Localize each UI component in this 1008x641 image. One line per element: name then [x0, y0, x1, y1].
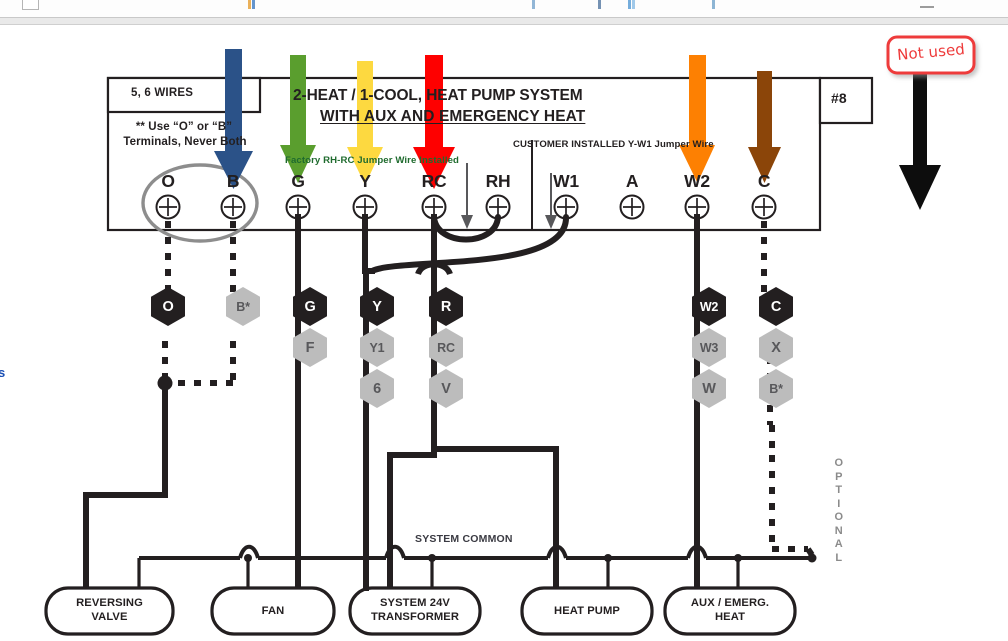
terminal-label-C: C	[757, 171, 771, 191]
optional-letter-7: L	[835, 551, 843, 564]
wires-count-badge: 5, 6 WIRES	[131, 87, 194, 99]
ob-terminal-note-line2: Terminals, Never Both	[123, 136, 247, 148]
equipment-label-transformer: SYSTEM 24V TRANSFORMER	[350, 597, 480, 624]
wire-transformer-left-leg	[387, 452, 437, 591]
system-common-bus	[139, 544, 812, 560]
panel-number-badge: #8	[831, 90, 847, 106]
common-drop-wires	[137, 558, 740, 588]
toolbar-icon-6[interactable]	[632, 0, 635, 9]
equipment-label-line2: HEAT	[714, 610, 746, 623]
equipment-label-line1: HEAT PUMP	[554, 605, 620, 617]
optional-letter-3: I	[837, 497, 841, 510]
equipment-label-line1: FAN	[261, 605, 285, 617]
ob-terminal-note-line1: ** Use “O” or “B”	[135, 121, 233, 133]
terminal-label-O: O	[161, 171, 175, 191]
equipment-label-aux-emerg-heat: AUX / EMERG. HEAT	[665, 597, 795, 624]
terminal-label-A: A	[625, 171, 639, 191]
toolbar-icon-4[interactable]	[598, 0, 601, 9]
terminal-label-G: G	[291, 171, 305, 191]
equipment-label-fan: FAN	[212, 605, 334, 619]
terminal-label-W2: W2	[684, 171, 710, 191]
terminal-screw-B	[220, 194, 246, 220]
equipment-label-line1: AUX / EMERG.	[690, 597, 770, 609]
terminal-label-RC: RC	[421, 171, 447, 191]
terminal-label-B: B	[226, 171, 240, 191]
diagram-title-line1: 2-HEAT / 1-COOL, HEAT PUMP SYSTEM	[293, 87, 583, 104]
diagram-title-line2: WITH AUX AND EMERGENCY HEAT	[320, 108, 586, 125]
optional-letter-5: N	[834, 524, 844, 537]
equipment-label-line2: VALVE	[91, 610, 128, 623]
optional-vertical-label: O P T I O N A L	[832, 457, 846, 565]
terminal-screw-O	[155, 194, 181, 220]
screenshot-root: s 5, 6 WIRES ** Use “O” or “B” Terminals…	[0, 0, 1008, 641]
toolbar-icon-5[interactable]	[628, 0, 631, 9]
optional-letter-2: T	[835, 484, 843, 496]
optional-letter-4: O	[834, 511, 844, 523]
equipment-label-line2: TRANSFORMER	[370, 610, 460, 623]
toolbar-icon-1[interactable]	[248, 0, 251, 9]
terminal-label-RH: RH	[485, 171, 511, 191]
equipment-label-line1: SYSTEM 24V	[379, 597, 450, 609]
terminal-screw-C	[751, 194, 777, 220]
optional-letter-1: P	[835, 470, 843, 483]
optional-letter-0: O	[834, 457, 844, 469]
wiring-diagram: 5, 6 WIRES ** Use “O” or “B” Terminals, …	[0, 25, 1008, 641]
junction-dot-o-b	[157, 375, 173, 391]
factory-jumper-note: Factory RH-RC Jumper Wire Installed	[285, 155, 460, 166]
terminal-label-W1: W1	[553, 171, 579, 191]
browser-toolbar-strip[interactable]	[0, 0, 1008, 25]
browser-bookmark-bar	[0, 18, 1008, 25]
equipment-label-line1: REVERSING	[76, 597, 143, 609]
arrow-black-not-used	[899, 60, 941, 210]
toolbar-icon-2[interactable]	[252, 0, 255, 9]
browser-tab-icon[interactable]	[22, 0, 39, 10]
wire-rc-branch-right	[431, 446, 559, 591]
terminal-label-Y: Y	[359, 171, 371, 191]
toolbar-icon-3[interactable]	[532, 0, 535, 9]
equipment-label-heat-pump: HEAT PUMP	[522, 605, 652, 619]
terminal-screw-A	[619, 194, 645, 220]
system-common-label: SYSTEM COMMON	[415, 533, 513, 545]
optional-letter-6: A	[834, 538, 844, 550]
toolbar-icon-7[interactable]	[712, 0, 715, 9]
equipment-label-reversing-valve: REVERSING VALVE	[46, 597, 173, 624]
toolbar-minimize-icon[interactable]	[920, 6, 934, 8]
customer-jumper-note: CUSTOMER INSTALLED Y-W1 Jumper Wire	[513, 139, 714, 150]
